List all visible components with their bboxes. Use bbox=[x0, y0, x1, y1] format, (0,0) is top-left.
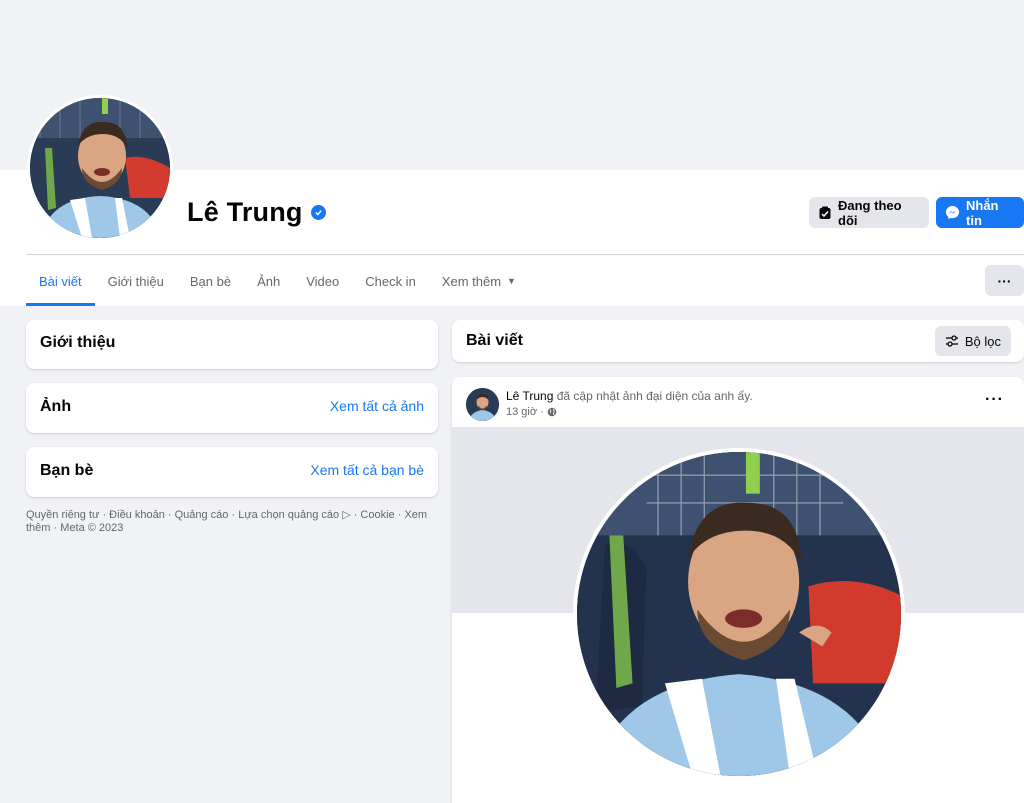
tab-label: Video bbox=[306, 273, 340, 289]
following-button[interactable]: Đang theo dõi bbox=[809, 197, 929, 228]
profile-name: Lê Trung bbox=[187, 197, 303, 227]
post-meta: 13 giờ · bbox=[506, 406, 557, 418]
profile-tabs: Bài viết Giới thiệu Bạn bè Ảnh Video Che… bbox=[26, 256, 529, 306]
tab-photos[interactable]: Ảnh bbox=[244, 256, 293, 306]
tab-check-in[interactable]: Check in bbox=[352, 256, 429, 306]
filter-button[interactable]: Bộ lọc bbox=[934, 326, 1011, 356]
tab-label: Check in bbox=[365, 273, 416, 289]
footer-links[interactable]: Quyền riêng tư · Điều khoản · Quảng cáo … bbox=[26, 509, 438, 535]
tab-videos[interactable]: Video bbox=[293, 256, 352, 306]
profile-photo-image bbox=[30, 98, 170, 238]
following-button-label: Đang theo dõi bbox=[838, 197, 902, 228]
post-author-avatar[interactable] bbox=[466, 388, 499, 421]
public-globe-icon bbox=[547, 407, 557, 417]
post-options-button[interactable]: ··· bbox=[985, 391, 1004, 409]
profile-name-row: Lê Trung bbox=[187, 197, 326, 228]
post-timestamp[interactable]: 13 giờ · bbox=[506, 406, 544, 418]
see-all-photos-link[interactable]: Xem tất cả ảnh bbox=[330, 398, 424, 414]
more-dots-icon: ··· bbox=[997, 272, 1012, 289]
post-headline: Lê Trung đã cập nhật ảnh đại diện của an… bbox=[506, 389, 753, 403]
filter-label: Bộ lọc bbox=[964, 333, 1001, 349]
tab-label: Bạn bè bbox=[189, 273, 232, 289]
verified-badge-icon bbox=[310, 205, 326, 220]
intro-title: Giới thiệu bbox=[40, 334, 116, 351]
friends-title: Bạn bè bbox=[40, 462, 94, 479]
tab-label: Giới thiệu bbox=[107, 273, 164, 289]
photos-title: Ảnh bbox=[40, 398, 72, 415]
posts-title: Bài viết bbox=[466, 332, 523, 349]
posts-header-card: Bài viết Bộ lọc bbox=[452, 320, 1024, 362]
tab-label: Xem thêm bbox=[441, 273, 502, 289]
tab-friends[interactable]: Bạn bè bbox=[177, 256, 244, 306]
see-all-friends-link[interactable]: Xem tất cả bạn bè bbox=[310, 462, 424, 478]
post-profile-picture[interactable] bbox=[573, 448, 905, 780]
friends-card: Bạn bè Xem tất cả bạn bè bbox=[26, 447, 438, 497]
tab-posts[interactable]: Bài viết bbox=[26, 256, 95, 306]
post-author-name[interactable]: Lê Trung bbox=[506, 389, 553, 403]
intro-card: Giới thiệu bbox=[26, 320, 438, 369]
profile-more-button[interactable]: ··· bbox=[985, 265, 1024, 296]
tab-label: Ảnh bbox=[257, 273, 281, 289]
message-button[interactable]: Nhắn tin bbox=[936, 197, 1024, 228]
header-divider bbox=[26, 254, 1024, 255]
post-photo-image bbox=[577, 452, 901, 776]
tab-label: Bài viết bbox=[39, 273, 82, 289]
photos-card: Ảnh Xem tất cả ảnh bbox=[26, 383, 438, 433]
post-action-text: đã cập nhật ảnh đại diện của anh ấy. bbox=[556, 389, 753, 403]
post-card: Lê Trung đã cập nhật ảnh đại diện của an… bbox=[452, 377, 1024, 803]
filter-sliders-icon bbox=[945, 335, 959, 347]
tab-about[interactable]: Giới thiệu bbox=[95, 256, 177, 306]
tab-see-more[interactable]: Xem thêm ▼ bbox=[429, 256, 529, 306]
following-check-icon bbox=[818, 206, 832, 220]
profile-avatar[interactable] bbox=[27, 95, 173, 241]
caret-down-icon: ▼ bbox=[507, 276, 516, 286]
messenger-icon bbox=[945, 205, 960, 220]
message-button-label: Nhắn tin bbox=[966, 197, 999, 228]
